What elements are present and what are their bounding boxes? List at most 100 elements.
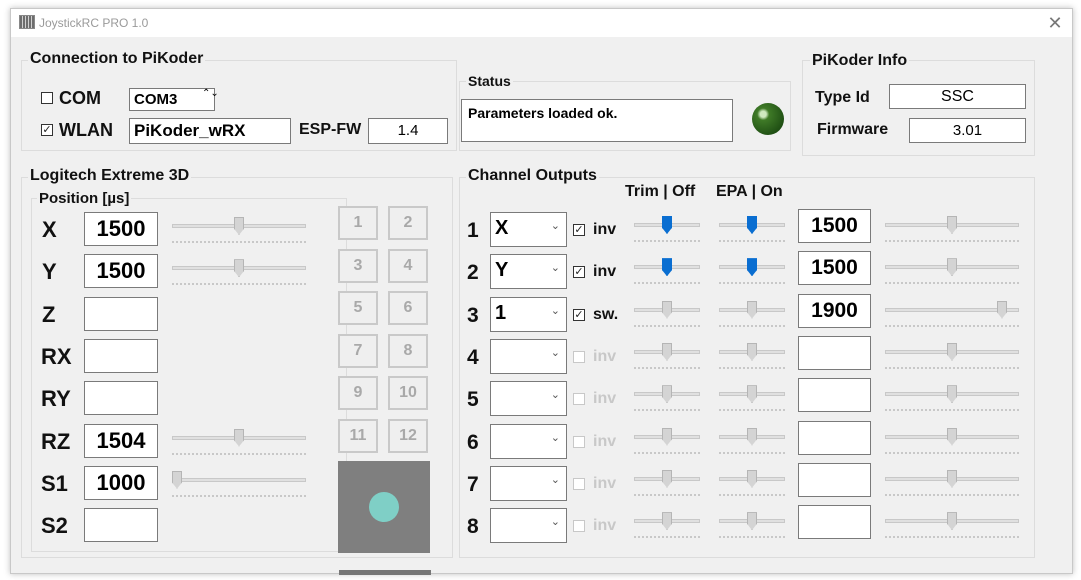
channel-1-output-slider-ticks — [885, 240, 1019, 242]
channel-6-option-label: inv — [593, 432, 617, 450]
channel-2-option-checkbox[interactable]: ✓ — [573, 266, 585, 279]
wlan-checkbox[interactable]: ✓ — [41, 124, 53, 136]
typeid-field: SSC — [889, 84, 1026, 109]
espfw-field[interactable]: 1.4 — [368, 118, 448, 144]
channel-1-trim-slider-ticks — [634, 240, 700, 242]
channel-number-2: 2 — [467, 261, 479, 285]
chevron-down-icon[interactable]: ⌄ — [551, 515, 560, 528]
channel-number-8: 8 — [467, 515, 479, 539]
channel-number-1: 1 — [467, 219, 479, 242]
channel-4-option-label: inv — [593, 347, 617, 365]
channel-7-trim-slider-ticks — [634, 493, 700, 496]
axis-slider-x-ticks — [172, 241, 306, 243]
position-group — [31, 198, 347, 552]
chevron-down-icon[interactable]: ⌄ — [551, 346, 560, 359]
channel-number-3: 3 — [467, 303, 479, 327]
channel-3-source-value: 1 — [495, 301, 507, 324]
channel-4-trim-slider-ticks — [634, 366, 700, 369]
channel-2-source-value: Y — [495, 259, 509, 282]
axis-label-y: Y — [42, 259, 57, 285]
com-port-select[interactable]: COM3 ⌃⌄ — [129, 88, 219, 111]
channel-1-source-value: X — [495, 217, 509, 239]
channel-5-option-checkbox[interactable] — [573, 393, 585, 406]
chevron-down-icon[interactable]: ⌄ — [551, 304, 560, 317]
wlan-label: WLAN — [59, 120, 113, 140]
axis-value-s1: 1000 — [84, 465, 158, 500]
channel-7-option-checkbox[interactable] — [573, 477, 585, 490]
joy-button-1: 1 — [338, 206, 378, 240]
firmware-field: 3.01 — [909, 118, 1026, 143]
channel-2-trim-slider-ticks — [634, 282, 700, 285]
channel-5-value — [798, 378, 871, 413]
channel-1-source-select[interactable]: X ⌄ — [490, 212, 567, 247]
channel-1-option-checkbox[interactable]: ✓ — [573, 224, 585, 236]
channel-7-source-select[interactable]: ⌄ — [490, 465, 567, 501]
channel-5-output-slider-ticks — [885, 409, 1019, 412]
joy-button-6: 6 — [388, 291, 428, 325]
axis-value-s2 — [84, 508, 158, 543]
channel-3-option-label: sw. — [593, 305, 619, 323]
channel-7-value — [798, 462, 871, 497]
channel-1-option-label: inv — [593, 221, 617, 238]
epa-header: EPA | On — [716, 183, 783, 200]
channel-2-option-label: inv — [593, 263, 617, 281]
channel-8-source-select[interactable]: ⌄ — [490, 508, 567, 544]
channel-3-trim-slider-ticks — [634, 324, 700, 327]
joystick-position-dot — [369, 492, 399, 522]
channel-7-option-label: inv — [593, 474, 617, 492]
channel-2-value: 1500 — [798, 251, 871, 286]
chevron-down-icon[interactable]: ⌄ — [551, 261, 560, 274]
axis-label-s2: S2 — [41, 513, 68, 539]
channel-8-value — [798, 505, 871, 540]
joy-button-5: 5 — [338, 291, 378, 325]
channel-4-option-checkbox[interactable] — [573, 350, 585, 363]
spin-icon[interactable]: ⌃⌄ — [202, 89, 219, 99]
channel-6-option-checkbox[interactable] — [573, 435, 585, 448]
joy-button-3: 3 — [338, 248, 378, 283]
axis-value-rz: 1504 — [84, 423, 158, 458]
com-label: COM — [59, 88, 101, 108]
scroll-indicator — [339, 570, 431, 575]
close-button[interactable]: ✕ — [1044, 12, 1066, 34]
joy-button-10: 10 — [388, 376, 428, 410]
chevron-down-icon[interactable]: ⌄ — [551, 431, 560, 444]
channel-6-value — [798, 420, 871, 455]
com-checkbox[interactable] — [41, 92, 53, 104]
channel-4-epa-slider-ticks — [719, 366, 785, 369]
channel-number-4: 4 — [467, 345, 479, 369]
axis-value-z — [84, 296, 158, 331]
channel-3-source-select[interactable]: 1 ⌄ — [490, 296, 567, 332]
window-title: JoystickRC PRO 1.0 — [39, 16, 149, 30]
channel-1-epa-slider-ticks — [719, 240, 785, 242]
channel-8-option-checkbox[interactable] — [573, 520, 585, 533]
axis-value-x: 1500 — [84, 212, 158, 246]
status-text: Parameters loaded ok. — [461, 99, 733, 142]
chevron-down-icon[interactable]: ⌄ — [551, 473, 560, 486]
channel-5-option-label: inv — [593, 390, 617, 408]
channel-6-source-select[interactable]: ⌄ — [490, 423, 567, 459]
channel-3-option-checkbox[interactable]: ✓ — [573, 308, 585, 321]
chevron-down-icon[interactable]: ⌄ — [551, 219, 560, 232]
channel-2-output-slider-ticks — [885, 282, 1019, 285]
channel-3-value: 1900 — [798, 293, 871, 328]
axis-label-z: Z — [42, 301, 56, 327]
channel-4-source-select[interactable]: ⌄ — [490, 338, 567, 374]
wlan-ssid-field[interactable]: PiKoder_wRX — [129, 118, 291, 144]
channel-2-source-select[interactable]: Y ⌄ — [490, 254, 567, 290]
title-bar: JoystickRC PRO 1.0 ✕ — [11, 9, 1072, 37]
joy-button-11: 11 — [338, 418, 378, 453]
chevron-down-icon[interactable]: ⌄ — [551, 388, 560, 401]
channel-5-epa-slider-ticks — [719, 409, 785, 412]
firmware-label: Firmware — [817, 121, 889, 138]
channel-1-value: 1500 — [798, 209, 871, 243]
channel-8-epa-slider-ticks — [719, 536, 785, 539]
channel-number-5: 5 — [467, 388, 479, 412]
app-window: JoystickRC PRO 1.0 ✕ Connection to PiKod… — [10, 8, 1073, 575]
channels-title: Channel Outputs — [466, 167, 599, 185]
channel-5-source-select[interactable]: ⌄ — [490, 381, 567, 417]
channel-number-6: 6 — [467, 430, 479, 454]
channel-7-epa-slider-ticks — [719, 493, 785, 496]
axis-slider-s1-track — [172, 477, 306, 482]
joy-button-2: 2 — [388, 206, 428, 240]
app-icon — [19, 15, 35, 29]
